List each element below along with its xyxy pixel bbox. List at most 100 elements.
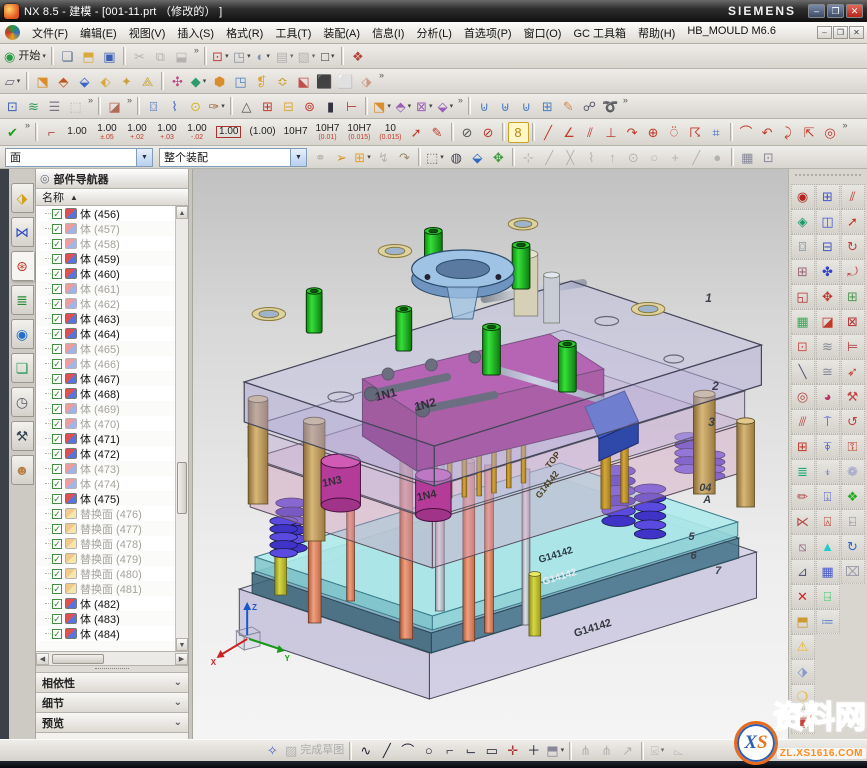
swoosh-icon[interactable]: ➰ [600,96,621,117]
section-1[interactable]: 细节⌄ [36,693,188,713]
navigator-item[interactable]: ✓体 (462) [38,296,175,311]
history-tab[interactable]: ◷ [11,387,34,417]
checkbox-icon[interactable]: ✓ [52,209,62,219]
circle-dot-icon[interactable]: ◎ [820,122,841,143]
pattern-curve-icon[interactable]: ⍃▾ [647,740,668,761]
tolerance-option[interactable]: 1.00-.02 [182,121,212,143]
paste-icon[interactable]: ⬓ [171,46,192,67]
navigator-item[interactable]: ✓替换面 (479) [38,551,175,566]
checkbox-icon[interactable]: ✓ [52,464,62,474]
inspect-icon[interactable]: ☍ [579,96,600,117]
background-swatch-icon[interactable]: □▾ [317,46,338,67]
offset-face-icon[interactable]: ⬜ [335,71,356,92]
panel-icon[interactable]: ⬗ [791,659,815,684]
navigator-item[interactable]: ✓体 (463) [38,311,175,326]
panel-icon[interactable]: ◉ [791,184,815,209]
navigator-item[interactable]: ✓替换面 (476) [38,506,175,521]
barrel-row-icon[interactable]: ⊍ [474,96,495,117]
snap-blob-icon[interactable]: ● [707,147,728,168]
scroll-down-icon[interactable]: ▼ [176,638,188,651]
plus-tool-icon[interactable]: ＋ [523,740,544,761]
monitor-icon[interactable]: ▮ [320,96,341,117]
panel-icon[interactable]: ▣ [791,709,815,734]
panel-icon[interactable]: ╲ [791,359,815,384]
panel-icon[interactable]: ⫽ [841,184,865,209]
panel-icon[interactable]: ⍑ [816,409,840,434]
doc-minimize-button[interactable]: – [817,26,832,39]
navigator-item[interactable]: ✓体 (468) [38,386,175,401]
navigator-item[interactable]: ✓体 (458) [38,236,175,251]
panel-drag-handle[interactable] [795,174,861,182]
navigator-item[interactable]: ✓体 (457) [38,221,175,236]
toolbar-overflow-icon[interactable]: » [843,119,848,130]
navigator-item[interactable]: ✓体 (464) [38,326,175,341]
checkbox-icon[interactable]: ✓ [52,299,62,309]
line-constraint-icon[interactable]: ╱ [538,122,559,143]
sphere-icon[interactable]: ◆▾ [188,71,209,92]
checkbox-icon[interactable]: ✓ [52,284,62,294]
panel-icon[interactable]: ⚒ [841,384,865,409]
scroll-right-icon[interactable]: ▶ [175,653,188,665]
point-set-icon[interactable]: ✣ [167,71,188,92]
section-2[interactable]: 预览⌄ [36,713,188,733]
close-button[interactable]: ✕ [846,4,863,18]
start-button[interactable]: ◉开始▾ [2,46,48,67]
navigator-item[interactable]: ✓体 (469) [38,401,175,416]
deselect-icon[interactable]: ↯ [373,147,394,168]
navigator-item[interactable]: ✓体 (474) [38,476,175,491]
ghost-display-icon[interactable]: ▧▾ [296,46,318,67]
fillet-tool-icon[interactable]: ⌐ [439,740,460,761]
menu-item-13[interactable]: HB_MOULD M6.6 [681,23,782,43]
panel-icon[interactable]: ↺ [841,409,865,434]
corner-tol-icon[interactable]: ⌐ [41,122,62,143]
roles-tab[interactable]: ☻ [11,455,34,485]
barrel-row3-icon[interactable]: ⊍ [516,96,537,117]
apply-check-icon[interactable]: ✔ [2,122,23,143]
checkbox-icon[interactable]: ✓ [52,224,62,234]
panel-icon[interactable]: ⍕ [816,434,840,459]
toolbar-overflow-icon[interactable]: » [623,94,628,105]
panel-icon[interactable]: ⧅ [791,534,815,559]
snap-pole-icon[interactable]: ↑ [602,147,623,168]
revolve-icon[interactable]: ⬘ [53,71,74,92]
sheet-icon[interactable]: ⬖ [95,71,116,92]
panel-icon[interactable]: ≋ [816,334,840,359]
panel-icon[interactable]: ⊟ [816,234,840,259]
navigator-item[interactable]: ✓体 (456) [38,206,175,221]
checkbox-icon[interactable]: ✓ [52,554,62,564]
point-tool-icon[interactable]: ✛ [502,740,523,761]
section-0[interactable]: 相依性⌄ [36,673,188,693]
tolerance-option[interactable]: 1.00+.03 [152,121,182,143]
subtract-icon[interactable]: ◳ [230,71,251,92]
donut-icon[interactable]: ⊙ [185,96,206,117]
panel-icon[interactable]: ⋉ [791,509,815,534]
arc2-icon[interactable]: ↶ [757,122,778,143]
checkbox-icon[interactable]: ✓ [52,509,62,519]
patch-icon[interactable]: ⬛ [314,71,335,92]
checkbox-icon[interactable]: ✓ [52,359,62,369]
panel-icon[interactable]: ≅ [816,359,840,384]
navigator-item[interactable]: ✓体 (465) [38,341,175,356]
navigator-item[interactable]: ✓替换面 (481) [38,581,175,596]
part-navigator-tab[interactable]: ⊛ [11,251,34,281]
offset-curve-icon[interactable]: ⬒▾ [544,740,566,761]
tolerance-option[interactable]: 10H7(0.01) [312,121,344,143]
panel-icon[interactable]: ⌧ [841,559,865,584]
sketch-task-icon[interactable]: ✧ [262,740,283,761]
menu-item-10[interactable]: 窗口(O) [518,23,568,43]
panel-icon[interactable]: ▲ [816,534,840,559]
tolerance-option[interactable]: 1.00+.02 [122,121,152,143]
menu-item-9[interactable]: 首选项(P) [458,23,518,43]
profile-flag-icon[interactable]: 8 [508,122,529,143]
panel-icon[interactable]: ◱ [791,284,815,309]
linked-circles-icon[interactable]: ⊚ [299,96,320,117]
checkbox-icon[interactable]: ✓ [52,584,62,594]
panel-icon[interactable]: ▦ [816,559,840,584]
name-column-header[interactable]: 名称 ▲ [36,189,188,206]
checkbox-icon[interactable]: ✓ [52,314,62,324]
graphics-viewport[interactable]: 1N1 1N2 1N3 1N4 TOP G14142 G14142 G14142… [193,169,788,739]
move-object-icon[interactable]: ✥ [488,147,509,168]
navigator-item[interactable]: ✓体 (475) [38,491,175,506]
panel-icon[interactable]: ↻ [841,534,865,559]
app-menu-icon[interactable] [5,25,20,40]
